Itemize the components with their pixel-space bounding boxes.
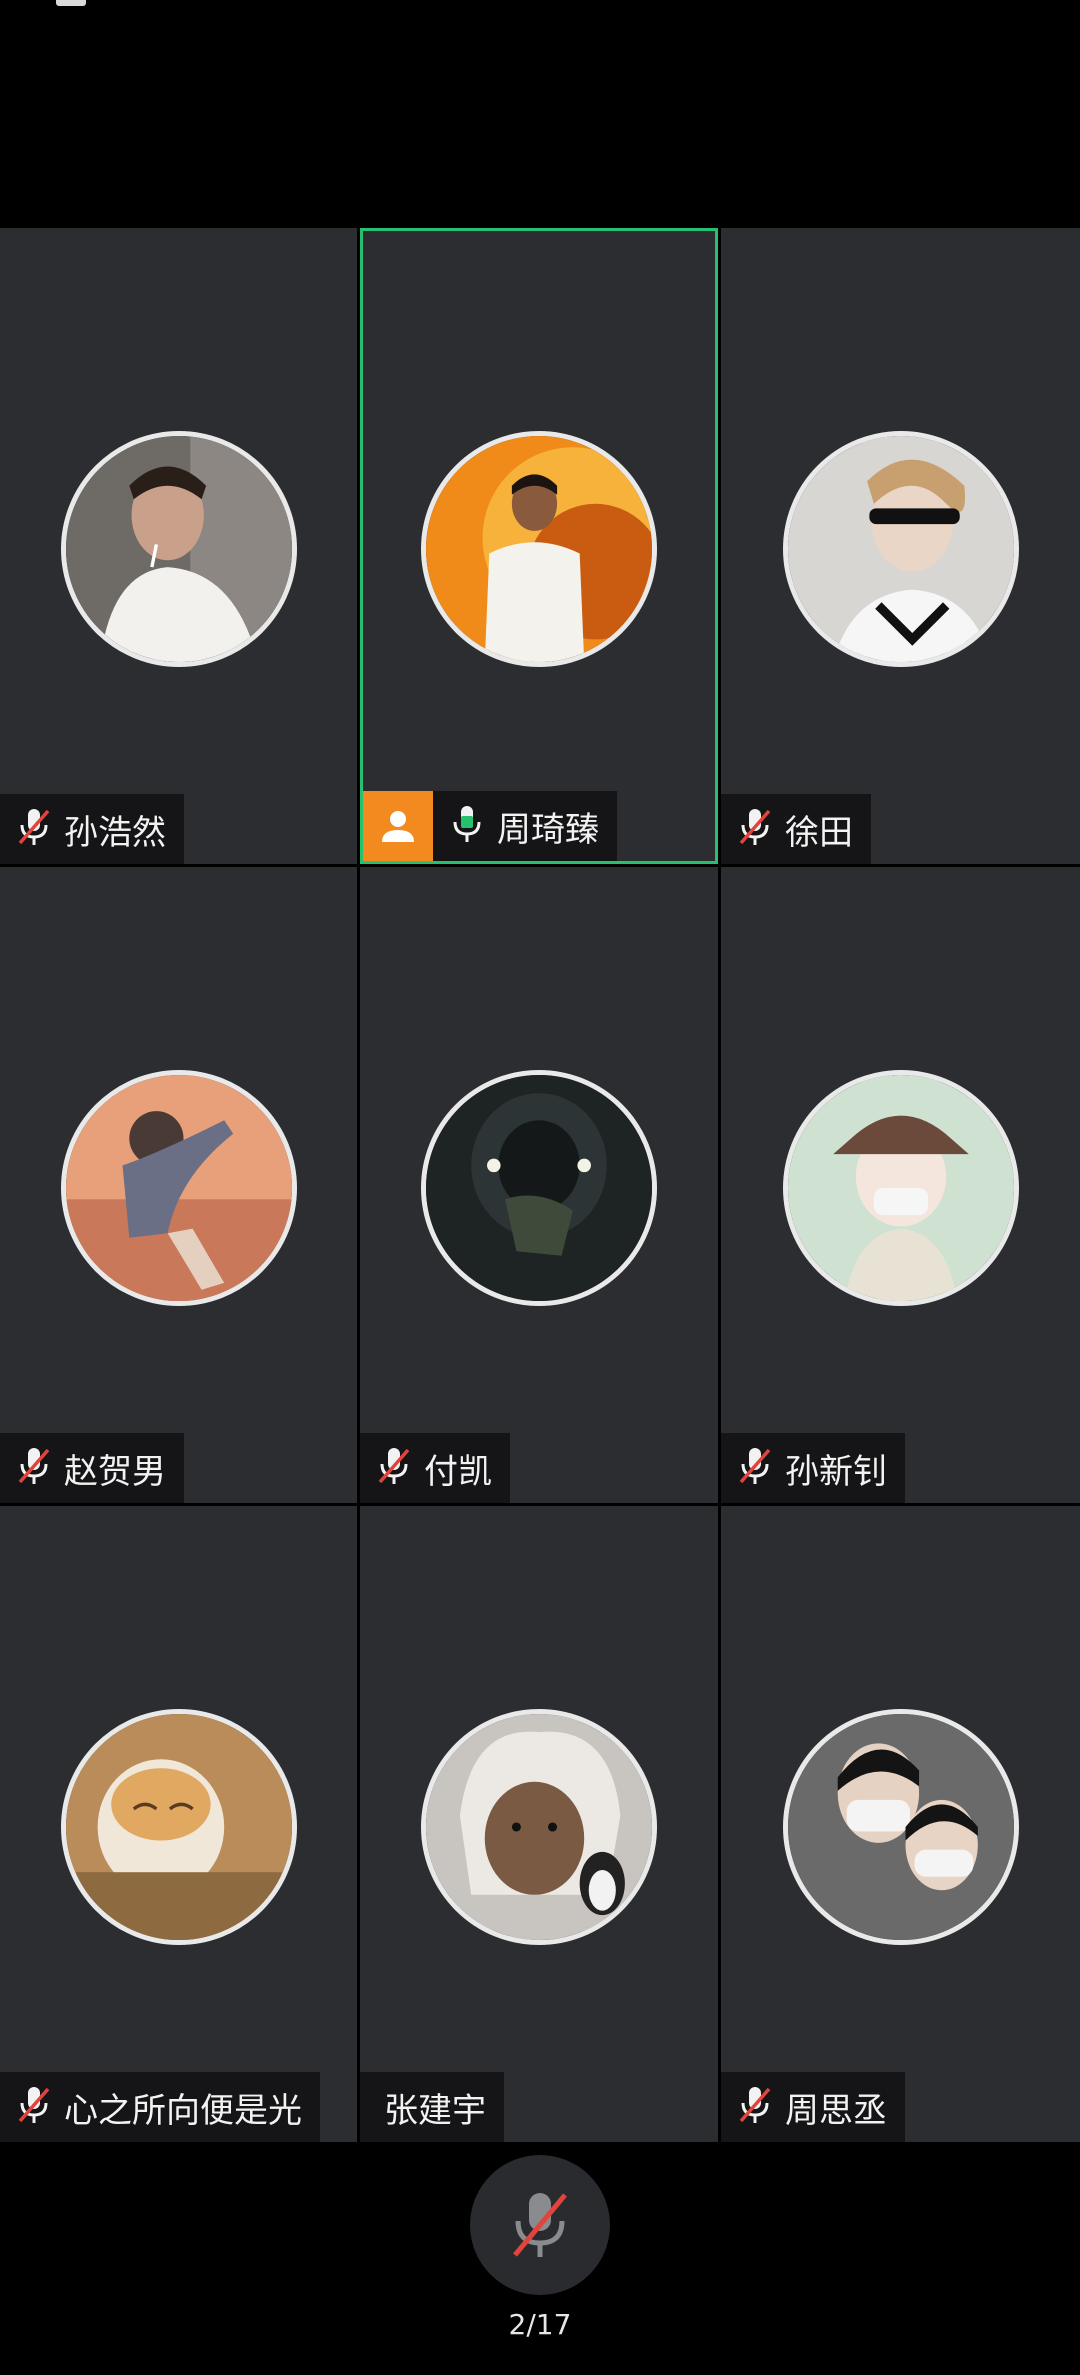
participant-tile-active-speaker[interactable]: 周琦臻 bbox=[360, 228, 718, 864]
mic-muted-icon bbox=[721, 2083, 785, 2131]
participant-name: 付凯 bbox=[424, 1451, 492, 1492]
mic-muted-icon bbox=[721, 1444, 785, 1492]
mic-muted-icon bbox=[0, 1444, 64, 1492]
participant-name: 徐田 bbox=[785, 812, 853, 853]
participant-name: 心之所向便是光 bbox=[64, 2090, 302, 2131]
name-bar: 周琦臻 bbox=[363, 791, 617, 861]
participant-name: 周思丞 bbox=[785, 2090, 887, 2131]
name-bar: 张建宇 bbox=[360, 2072, 504, 2142]
avatar bbox=[782, 1709, 1019, 1945]
mic-muted-icon bbox=[360, 1444, 424, 1492]
host-icon bbox=[363, 791, 433, 861]
avatar bbox=[782, 1070, 1019, 1306]
participant-tile[interactable]: 张建宇 bbox=[360, 1506, 718, 2142]
name-bar: 孙新钊 bbox=[721, 1433, 905, 1503]
participant-tile[interactable]: 付凯 bbox=[360, 867, 718, 1503]
mute-toggle-button[interactable] bbox=[470, 2155, 610, 2295]
mic-on-icon bbox=[433, 802, 497, 850]
participant-tile[interactable]: 赵贺男 bbox=[0, 867, 357, 1503]
participant-tile[interactable]: 孙浩然 bbox=[0, 228, 357, 864]
mic-muted-icon bbox=[513, 2193, 567, 2257]
participant-name: 孙浩然 bbox=[64, 812, 166, 853]
name-bar: 孙浩然 bbox=[0, 794, 184, 864]
participant-tile[interactable]: 周思丞 bbox=[721, 1506, 1080, 2142]
name-bar: 付凯 bbox=[360, 1433, 510, 1503]
name-bar: 周思丞 bbox=[721, 2072, 905, 2142]
mic-muted-icon bbox=[721, 805, 785, 853]
participant-tile[interactable]: 孙新钊 bbox=[721, 867, 1080, 1503]
mic-muted-icon bbox=[0, 805, 64, 853]
bottom-control-bar: 2/17 bbox=[0, 2145, 1080, 2375]
page-indicator: 2/17 bbox=[508, 2308, 572, 2341]
participant-tile[interactable]: 心之所向便是光 bbox=[0, 1506, 357, 2142]
participant-name: 孙新钊 bbox=[785, 1451, 887, 1492]
mic-muted-icon bbox=[0, 2083, 64, 2131]
participant-name: 张建宇 bbox=[384, 2090, 486, 2131]
name-bar: 赵贺男 bbox=[0, 1433, 184, 1503]
avatar bbox=[60, 431, 297, 667]
name-bar: 徐田 bbox=[721, 794, 871, 864]
participant-tile[interactable]: 徐田 bbox=[721, 228, 1080, 864]
avatar bbox=[60, 1709, 297, 1945]
participant-grid: 孙浩然 周琦臻 徐田 赵贺男 付凯 孙新钊 心之所向便是光 张建宇 周思丞 bbox=[0, 228, 1080, 2145]
name-bar: 心之所向便是光 bbox=[0, 2072, 320, 2142]
avatar bbox=[421, 1709, 657, 1945]
participant-name: 赵贺男 bbox=[64, 1451, 166, 1492]
avatar bbox=[60, 1070, 297, 1306]
avatar bbox=[782, 431, 1019, 667]
avatar bbox=[421, 431, 657, 667]
avatar bbox=[421, 1070, 657, 1306]
participant-name: 周琦臻 bbox=[497, 809, 599, 850]
status-bar-fragment bbox=[56, 0, 86, 6]
